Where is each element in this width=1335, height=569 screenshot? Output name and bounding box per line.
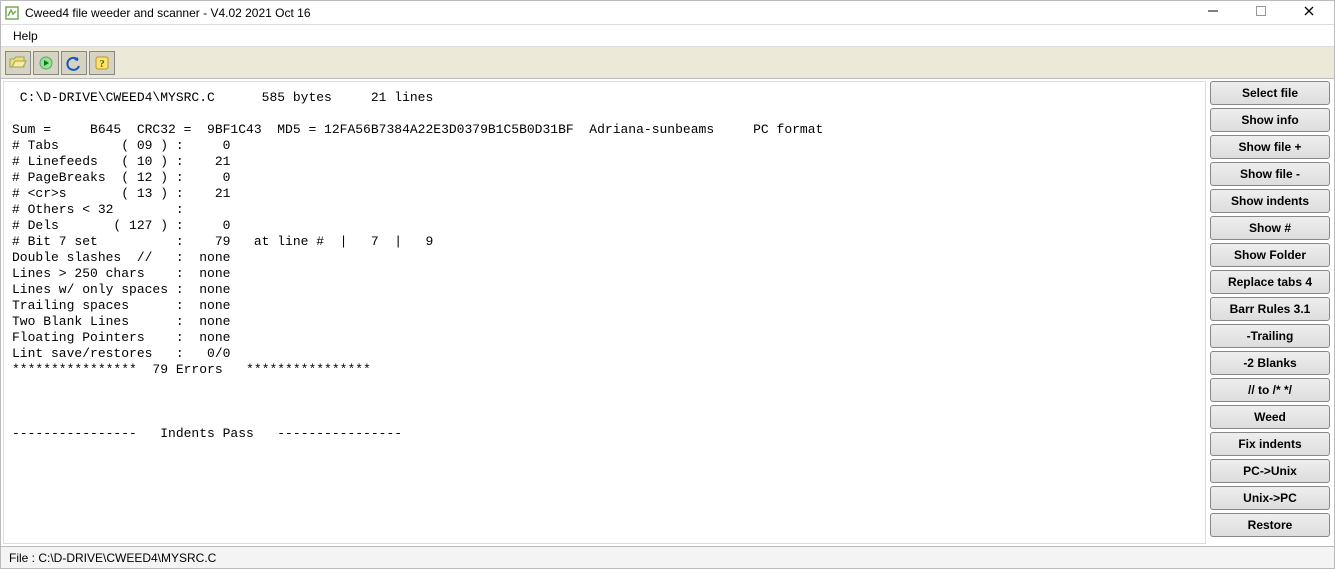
select-file-button[interactable]: Select file <box>1210 81 1330 105</box>
close-button[interactable] <box>1294 5 1324 20</box>
status-text: File : C:\D-DRIVE\CWEED4\MYSRC.C <box>9 551 216 565</box>
open-file-toolbar-button[interactable] <box>5 51 31 75</box>
menu-help[interactable]: Help <box>7 27 44 45</box>
run-toolbar-button[interactable] <box>33 51 59 75</box>
restore-button[interactable]: Restore <box>1210 513 1330 537</box>
show-info-button[interactable]: Show info <box>1210 108 1330 132</box>
minimize-button[interactable] <box>1198 5 1228 20</box>
work-area: C:\D-DRIVE\CWEED4\MYSRC.C 585 bytes 21 l… <box>1 79 1334 546</box>
maximize-button[interactable] <box>1246 5 1276 20</box>
window-controls <box>1198 5 1324 20</box>
show-file-plus-button[interactable]: Show file + <box>1210 135 1330 159</box>
trailing-button[interactable]: -Trailing <box>1210 324 1330 348</box>
output-text-area[interactable]: C:\D-DRIVE\CWEED4\MYSRC.C 585 bytes 21 l… <box>3 81 1206 544</box>
menu-bar: Help <box>1 25 1334 47</box>
show-folder-button[interactable]: Show Folder <box>1210 243 1330 267</box>
barr-rules-button[interactable]: Barr Rules 3.1 <box>1210 297 1330 321</box>
slash-convert-button[interactable]: // to /* */ <box>1210 378 1330 402</box>
weed-button[interactable]: Weed <box>1210 405 1330 429</box>
show-indents-button[interactable]: Show indents <box>1210 189 1330 213</box>
show-file-minus-button[interactable]: Show file - <box>1210 162 1330 186</box>
show-hash-button[interactable]: Show # <box>1210 216 1330 240</box>
unix-pc-button[interactable]: Unix->PC <box>1210 486 1330 510</box>
app-icon <box>5 6 19 20</box>
undo-toolbar-button[interactable] <box>61 51 87 75</box>
help-toolbar-button[interactable]: ? <box>89 51 115 75</box>
svg-text:?: ? <box>99 58 105 70</box>
blanks-button[interactable]: -2 Blanks <box>1210 351 1330 375</box>
pc-unix-button[interactable]: PC->Unix <box>1210 459 1330 483</box>
toolbar: ? <box>1 47 1334 79</box>
title-bar: Cweed4 file weeder and scanner - V4.02 2… <box>1 1 1334 25</box>
replace-tabs-button[interactable]: Replace tabs 4 <box>1210 270 1330 294</box>
window-title: Cweed4 file weeder and scanner - V4.02 2… <box>25 6 1198 20</box>
action-panel: Select file Show info Show file + Show f… <box>1208 79 1334 546</box>
status-bar: File : C:\D-DRIVE\CWEED4\MYSRC.C <box>1 546 1334 568</box>
fix-indents-button[interactable]: Fix indents <box>1210 432 1330 456</box>
